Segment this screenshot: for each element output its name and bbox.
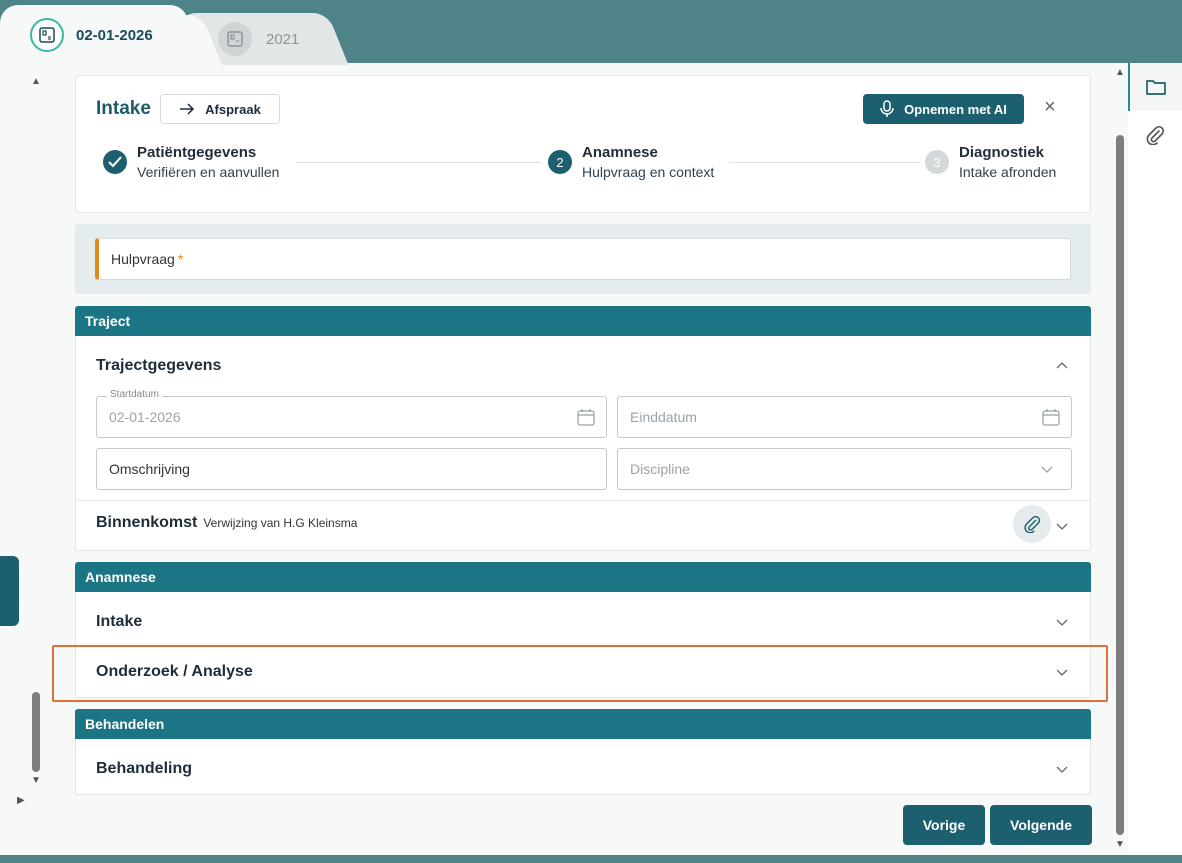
binnenkomst-subtitle: Verwijzing van H.G Kleinsma: [203, 516, 358, 530]
check-icon: [103, 150, 127, 174]
trajectgegevens-title[interactable]: Trajectgegevens: [96, 357, 221, 375]
microphone-icon: [880, 100, 894, 117]
scroll-down-icon[interactable]: ▼: [1115, 839, 1125, 850]
afspraak-button[interactable]: Afspraak: [160, 94, 280, 124]
paperclip-icon: [1024, 515, 1041, 533]
tab-label: 2021: [266, 30, 300, 48]
binnenkomst-title: Binnenkomst: [96, 514, 198, 531]
intake-card: Intake Afspraak Opnemen met AI × Patiënt…: [75, 75, 1091, 213]
calendar-icon[interactable]: [576, 407, 596, 427]
hulpvraag-label: Hulpvraag: [111, 251, 175, 267]
step-title: Patiëntgegevens: [137, 144, 257, 161]
step-diagnostiek[interactable]: 3 Diagnostiek Intake afronden: [925, 144, 1056, 180]
left-scrollbar[interactable]: ▲ ▼: [28, 70, 44, 810]
highlight-box: [52, 645, 1108, 702]
record-with-ai-button[interactable]: Opnemen met AI: [863, 94, 1024, 124]
scroll-thumb[interactable]: [1116, 135, 1124, 835]
accordion-intake[interactable]: Intake: [96, 613, 142, 631]
folder-icon: [1146, 80, 1166, 95]
einddatum-placeholder: Einddatum: [630, 409, 697, 425]
next-button[interactable]: Volgende: [990, 805, 1092, 845]
paperclip-icon: [1146, 125, 1165, 145]
scroll-up-icon[interactable]: ▲: [1115, 67, 1125, 78]
calendar-icon[interactable]: [1041, 407, 1061, 427]
page-title: Intake: [96, 98, 151, 119]
chevron-down-icon[interactable]: [1056, 763, 1068, 777]
startdatum-value: 02-01-2026: [109, 409, 181, 425]
step-subtitle: Hulpvraag en context: [582, 164, 715, 180]
omschrijving-field[interactable]: Omschrijving: [96, 448, 607, 490]
scroll-right-icon[interactable]: ▶: [17, 795, 25, 806]
section-header-traject: Traject: [75, 306, 1091, 336]
scroll-down-icon[interactable]: ▼: [31, 775, 41, 786]
right-sidebar: [1128, 63, 1182, 855]
step-title: Anamnese: [582, 144, 658, 161]
required-mark: *: [177, 251, 184, 267]
close-icon[interactable]: ×: [1044, 96, 1056, 119]
discipline-select[interactable]: Discipline: [617, 448, 1072, 490]
divider: [76, 500, 1090, 501]
einddatum-field[interactable]: Einddatum: [617, 396, 1072, 438]
step-connector: [296, 162, 541, 163]
chevron-down-icon[interactable]: [1056, 616, 1068, 630]
patient-file-icon: [30, 18, 64, 52]
step-connector: [729, 162, 921, 163]
side-panel-handle[interactable]: [0, 556, 19, 626]
accordion-behandeling[interactable]: Behandeling: [96, 760, 192, 778]
step-anamnese[interactable]: 2 Anamnese Hulpvraag en context: [548, 144, 714, 180]
traject-panel: Trajectgegevens Startdatum 02-01-2026 Ei…: [75, 336, 1091, 551]
hulpvraag-input[interactable]: Hulpvraag *: [95, 238, 1071, 280]
folder-button[interactable]: [1128, 63, 1182, 111]
scroll-thumb[interactable]: [32, 692, 40, 772]
chevron-up-icon[interactable]: [1056, 358, 1068, 372]
startdatum-label: Startdatum: [107, 389, 162, 400]
omschrijving-placeholder: Omschrijving: [109, 461, 190, 477]
step-number: 3: [925, 150, 949, 174]
section-header-behandelen: Behandelen: [75, 709, 1091, 739]
attachment-button[interactable]: [1128, 111, 1182, 159]
step-subtitle: Verifiëren en aanvullen: [137, 164, 280, 180]
discipline-placeholder: Discipline: [630, 461, 690, 477]
section-header-anamnese: Anamnese: [75, 562, 1091, 592]
arrow-right-icon: [180, 103, 195, 115]
afspraak-label: Afspraak: [205, 101, 261, 117]
binnenkomst-attachment-button[interactable]: [1013, 505, 1051, 543]
behandelen-panel: Behandeling: [75, 739, 1091, 795]
previous-button[interactable]: Vorige: [903, 805, 985, 845]
scroll-up-icon[interactable]: ▲: [31, 76, 41, 87]
patient-file-icon: [218, 22, 252, 56]
tab-date-2026[interactable]: 02-01-2026: [0, 5, 188, 65]
startdatum-field[interactable]: Startdatum 02-01-2026: [96, 389, 607, 438]
hulpvraag-section: Hulpvraag *: [75, 224, 1091, 294]
chevron-down-icon[interactable]: [1056, 520, 1068, 534]
binnenkomst-row[interactable]: Binnenkomst Verwijzing van H.G Kleinsma: [96, 514, 357, 532]
step-patientgegevens[interactable]: Patiëntgegevens Verifiëren en aanvullen: [103, 144, 279, 180]
step-number: 2: [548, 150, 572, 174]
tab-label: 02-01-2026: [76, 26, 153, 44]
ai-button-label: Opnemen met AI: [904, 101, 1007, 117]
chevron-down-icon: [1041, 466, 1053, 473]
step-title: Diagnostiek: [959, 144, 1045, 161]
step-subtitle: Intake afronden: [959, 164, 1057, 180]
right-scrollbar[interactable]: ▲ ▼: [1113, 63, 1127, 855]
